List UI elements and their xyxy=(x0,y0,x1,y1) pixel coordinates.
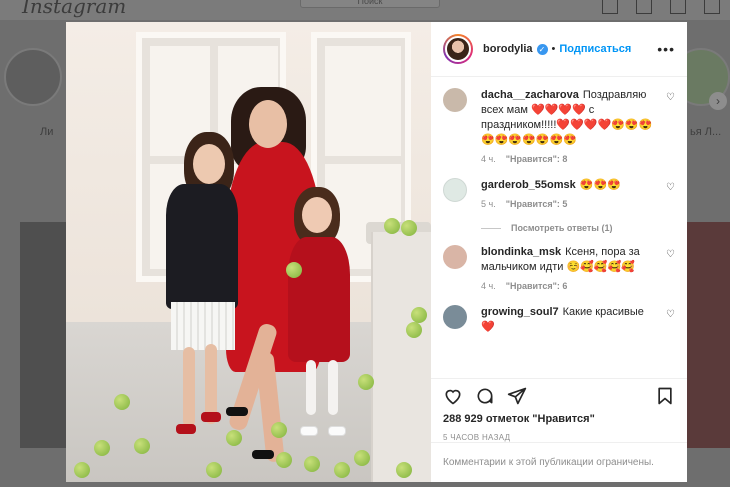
story-avatar[interactable] xyxy=(4,48,62,106)
story-label: Ли xyxy=(40,126,54,138)
commenter-username[interactable]: dacha__zacharova xyxy=(481,89,579,101)
story-label: ья Л... xyxy=(690,126,722,138)
post-header: borodylia ✓ • Подписаться ••• xyxy=(431,22,687,77)
post-modal: borodylia ✓ • Подписаться ••• dacha__zac… xyxy=(66,22,687,482)
verified-badge-icon: ✓ xyxy=(536,43,548,55)
post-actions: 288 929 отметок "Нравится" 5 ЧАСОВ НАЗАД… xyxy=(431,378,687,482)
follow-button[interactable]: Подписаться xyxy=(559,43,631,55)
more-options-icon[interactable]: ••• xyxy=(657,41,675,57)
comments-list: dacha__zacharova Поздравляю всех мам ❤️❤️… xyxy=(431,78,687,378)
feed-post-thumbnail[interactable] xyxy=(20,222,66,448)
comment-item: garderob_55omsk 😍😍😍 5 ч. "Нравится": 5 ♡ xyxy=(443,178,675,215)
feed-post-thumbnail[interactable] xyxy=(687,222,730,448)
comment-text: 😍😍😍 xyxy=(579,179,621,191)
commenter-username[interactable]: garderob_55omsk xyxy=(481,179,576,191)
likes-count[interactable]: 288 929 отметок "Нравится" xyxy=(443,413,675,425)
post-photo[interactable] xyxy=(66,22,431,482)
comment-item: blondinka_msk Ксеня, пора за мальчиком ид… xyxy=(443,245,675,297)
photo-pedestal xyxy=(371,232,431,482)
save-bookmark-icon[interactable] xyxy=(655,386,675,406)
comment-time[interactable]: 5 ч. xyxy=(481,199,496,209)
comment-likes[interactable]: "Нравится": 8 xyxy=(506,154,568,164)
commenter-avatar[interactable] xyxy=(443,305,467,329)
like-comment-heart-icon[interactable]: ♡ xyxy=(666,182,675,193)
comment-item: growing_soul7 Какие красивые ❤️ ♡ xyxy=(443,305,675,335)
commenter-username[interactable]: growing_soul7 xyxy=(481,306,559,318)
nav-icons xyxy=(602,0,720,14)
stories-next-button[interactable]: › xyxy=(709,92,727,110)
explore-icon[interactable] xyxy=(602,0,618,14)
comment-item: dacha__zacharova Поздравляю всех мам ❤️❤️… xyxy=(443,88,675,170)
author-avatar[interactable] xyxy=(443,34,473,64)
comment-likes[interactable]: "Нравится": 5 xyxy=(506,199,568,209)
author-username[interactable]: borodylia xyxy=(483,43,533,55)
background-header: Instagram Поиск xyxy=(0,0,730,20)
commenter-username[interactable]: blondinka_msk xyxy=(481,246,561,258)
comment-bubble-icon[interactable] xyxy=(475,386,495,406)
post-timestamp[interactable]: 5 ЧАСОВ НАЗАД xyxy=(443,433,675,442)
like-comment-heart-icon[interactable]: ♡ xyxy=(666,92,675,103)
instagram-logo: Instagram xyxy=(22,0,127,18)
like-heart-icon[interactable] xyxy=(443,386,463,406)
like-comment-heart-icon[interactable]: ♡ xyxy=(666,309,675,320)
commenter-avatar[interactable] xyxy=(443,245,467,269)
commenter-avatar[interactable] xyxy=(443,178,467,202)
like-comment-heart-icon[interactable]: ♡ xyxy=(666,249,675,260)
search-input[interactable]: Поиск xyxy=(300,0,440,8)
view-replies-button[interactable]: Посмотреть ответы (1) xyxy=(481,223,675,233)
profile-icon[interactable] xyxy=(704,0,720,14)
comment-time[interactable]: 4 ч. xyxy=(481,154,496,164)
post-side-panel: borodylia ✓ • Подписаться ••• dacha__zac… xyxy=(431,22,687,482)
action-icons xyxy=(443,381,675,411)
direct-icon[interactable] xyxy=(636,0,652,14)
comments-restricted-notice: Комментарии к этой публикации ограничены… xyxy=(431,442,687,482)
header-separator: • xyxy=(551,43,556,55)
commenter-avatar[interactable] xyxy=(443,88,467,112)
share-paper-plane-icon[interactable] xyxy=(507,386,527,406)
activity-icon[interactable] xyxy=(670,0,686,14)
comment-likes[interactable]: "Нравится": 6 xyxy=(506,281,568,291)
comment-time[interactable]: 4 ч. xyxy=(481,281,496,291)
